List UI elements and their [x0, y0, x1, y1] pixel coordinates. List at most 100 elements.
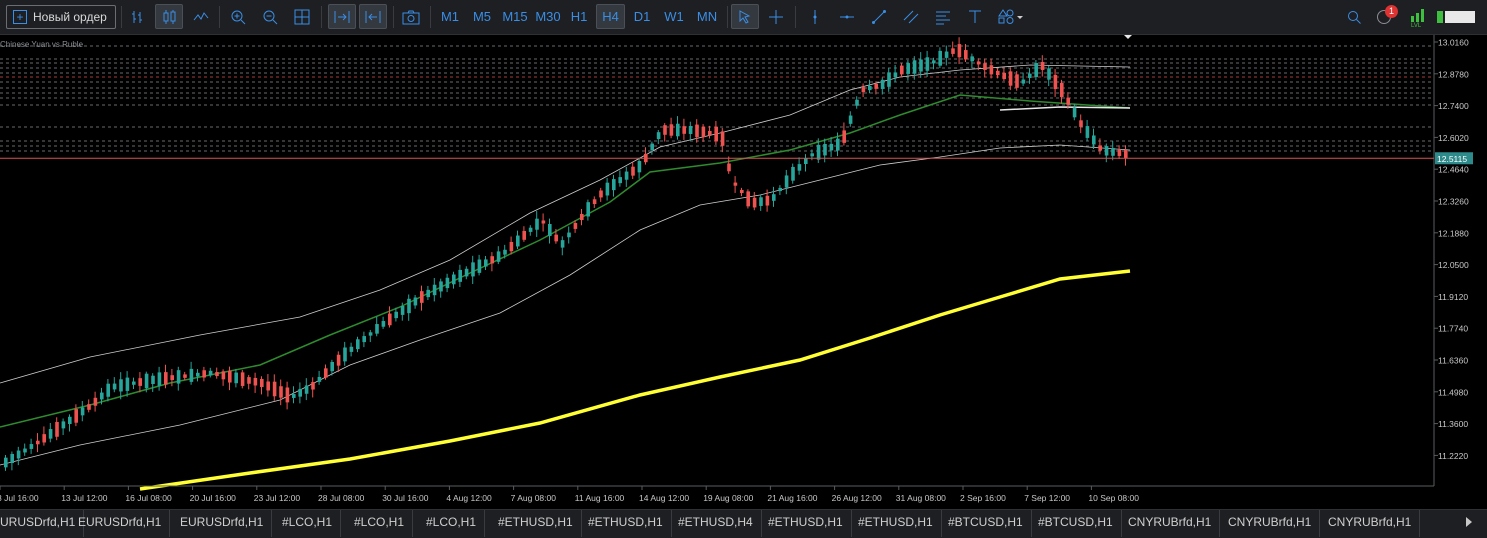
price-axis-label: 12.6020	[1438, 133, 1469, 143]
candle-body	[714, 126, 718, 142]
line-chart-icon[interactable]	[189, 4, 213, 29]
new-order-label: Новый ордер	[33, 10, 107, 24]
candle-body	[829, 143, 834, 151]
cursor-icon[interactable]	[731, 4, 759, 29]
candle-body	[125, 377, 130, 391]
chart-shift-icon[interactable]	[359, 4, 387, 29]
price-chart[interactable]: Chinese Yuan vs Ruble 13.0160 12.8780 12.7…	[0, 35, 1487, 509]
time-axis-label: 7 Sep 12:00	[1024, 493, 1070, 503]
timeframe-m5-button[interactable]: M5	[468, 4, 496, 29]
separator	[393, 6, 394, 28]
candle-body	[4, 457, 8, 468]
candle-body	[976, 61, 981, 65]
chart-tab[interactable]: #LCO,H1	[274, 510, 342, 537]
candlestick-chart-icon[interactable]	[155, 4, 183, 29]
chart-tab[interactable]: #BTCUSD,H1	[1030, 510, 1122, 537]
fibonacci-icon[interactable]	[931, 4, 955, 29]
timeframe-mn-button[interactable]: MN	[692, 4, 722, 29]
tabs-scroll-right-icon[interactable]	[1466, 517, 1472, 527]
candle-body	[336, 354, 341, 366]
search-icon[interactable]	[1343, 4, 1365, 29]
chart-tab[interactable]: #ETHUSD,H4	[670, 510, 762, 537]
candle-body	[1060, 82, 1064, 98]
zoom-in-icon[interactable]	[226, 4, 250, 29]
candle-body	[874, 83, 878, 89]
candle-body	[490, 256, 494, 264]
candle-body	[272, 381, 277, 397]
chart-tab[interactable]: CNYRUBrfd,H1	[1220, 510, 1321, 537]
chart-tab[interactable]: #BTCUSD,H1	[940, 510, 1032, 537]
candle-body	[388, 313, 392, 326]
candle-body	[208, 370, 213, 376]
candle-body	[10, 453, 14, 464]
timeframe-w1-button[interactable]: W1	[660, 4, 688, 29]
time-axis-label: 10 Sep 08:00	[1088, 493, 1139, 503]
timeframe-m1-button[interactable]: M1	[436, 4, 464, 29]
candle-body	[119, 379, 123, 392]
timeframe-d1-button[interactable]: D1	[628, 4, 656, 29]
zoom-out-icon[interactable]	[258, 4, 282, 29]
candle-body	[221, 371, 226, 380]
candle-body	[432, 284, 437, 296]
candle-body	[55, 421, 59, 437]
candle-body	[477, 259, 482, 273]
candle-body	[599, 190, 603, 198]
price-axis-label: 12.7400	[1438, 101, 1469, 111]
candle-body	[343, 347, 347, 362]
candle-body	[1079, 120, 1083, 127]
auto-scroll-icon[interactable]	[328, 4, 356, 29]
channel-icon[interactable]	[899, 4, 923, 29]
candle-body	[260, 378, 264, 388]
timeframe-h4-button[interactable]: H4	[596, 4, 625, 29]
horizontal-line-icon[interactable]	[835, 4, 859, 29]
chart-tab[interactable]: #ETHUSD,H1	[580, 510, 672, 537]
candle-body	[560, 240, 565, 248]
candle-body	[1098, 145, 1102, 151]
timeframe-m15-button[interactable]: M15	[499, 4, 531, 29]
candle-body	[285, 387, 290, 403]
price-axis-label: 12.0500	[1438, 260, 1469, 270]
new-order-button[interactable]: + Новый ордер	[6, 5, 116, 29]
time-axis-label: 19 Aug 08:00	[703, 493, 753, 503]
account-status-indicator[interactable]	[1437, 4, 1477, 29]
timeframe-h1-button[interactable]: H1	[565, 4, 593, 29]
crosshair-icon[interactable]	[764, 4, 788, 29]
trendline-icon[interactable]	[867, 4, 891, 29]
candle-body	[688, 126, 693, 134]
candle-body	[324, 368, 328, 378]
screenshot-icon[interactable]	[398, 4, 424, 29]
candle-body	[362, 336, 366, 343]
toolbar: + Новый ордер M1 M5 M15 M30 H1 H4 D1 W1 …	[0, 0, 1487, 35]
candle-body	[452, 274, 456, 285]
candle-body	[247, 377, 251, 384]
vertical-line-icon[interactable]	[803, 4, 827, 29]
bar-chart-icon[interactable]	[126, 4, 150, 29]
text-tool-icon[interactable]	[963, 4, 987, 29]
timeframe-m30-button[interactable]: M30	[532, 4, 564, 29]
candle-body	[804, 158, 808, 164]
chart-tab[interactable]: #LCO,H1	[346, 510, 414, 537]
candle-body	[573, 222, 578, 229]
chart-tab[interactable]: #LCO,H1	[418, 510, 486, 537]
time-axis-label: 2 Sep 16:00	[960, 493, 1006, 503]
candle-body	[458, 269, 462, 282]
chart-tab[interactable]: EURUSDrfd,H1	[172, 510, 273, 537]
candle-body	[887, 72, 891, 87]
candle-body	[701, 126, 706, 138]
chart-tab[interactable]: CNYRUBrfd,H1	[1120, 510, 1221, 537]
chart-tab[interactable]: CNYRUBrfd,H1	[1320, 510, 1421, 537]
candle-body	[906, 63, 910, 74]
chart-tab[interactable]: EURUSDrfd,H1	[70, 510, 171, 537]
separator	[321, 6, 322, 28]
grid-icon[interactable]	[290, 4, 314, 29]
candle-body	[522, 230, 526, 240]
shapes-dropdown-icon[interactable]	[994, 4, 1028, 29]
candle-body	[650, 143, 654, 151]
candle-body	[1066, 97, 1070, 105]
moving-average-yellow	[139, 269, 1131, 491]
candle-body	[778, 187, 782, 192]
chart-tab[interactable]: #ETHUSD,H1	[490, 510, 582, 537]
chart-tab[interactable]: #ETHUSD,H1	[850, 510, 942, 537]
candle-body	[612, 179, 616, 191]
chart-tab[interactable]: #ETHUSD,H1	[760, 510, 852, 537]
